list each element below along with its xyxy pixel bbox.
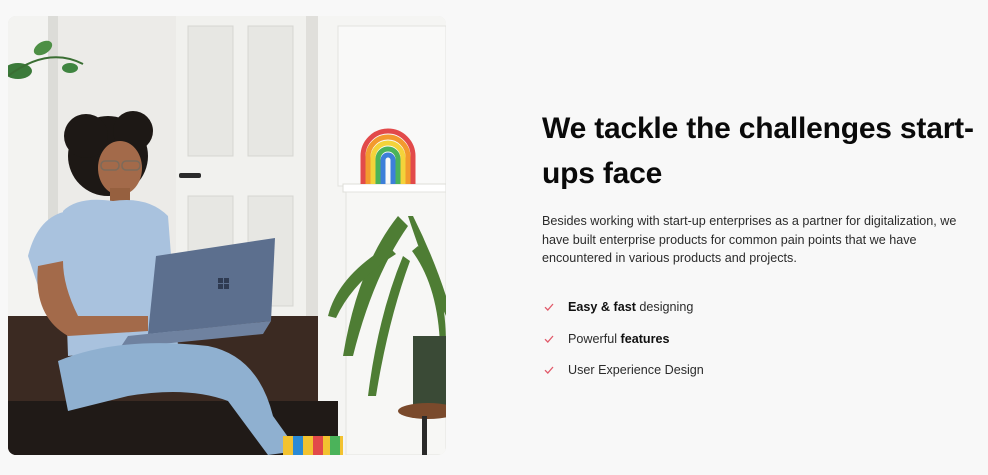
- feature-text: User Experience Design: [568, 363, 704, 377]
- check-icon: [544, 303, 554, 312]
- feature-bold: features: [620, 331, 670, 346]
- feature-item-ux-design: User Experience Design: [542, 355, 982, 387]
- feature-text: Powerful features: [568, 332, 670, 346]
- check-icon: [544, 335, 554, 343]
- feature-list: Easy & fast designing Powerful features …: [542, 292, 982, 387]
- feature-text: Easy & fast designing: [568, 300, 693, 314]
- hero-photo: [8, 16, 446, 455]
- feature-item-easy-fast: Easy & fast designing: [542, 292, 982, 324]
- page-headline: We tackle the challenges start-ups face: [542, 112, 974, 190]
- hero-illustration: [8, 16, 446, 455]
- check-icon: [544, 366, 554, 375]
- feature-pre: Powerful: [568, 331, 621, 346]
- feature-item-powerful-features: Powerful features: [542, 323, 982, 355]
- hero-content: We tackle the challenges start-ups face …: [542, 106, 982, 386]
- feature-rest: designing: [635, 300, 694, 315]
- feature-pre: User Experience Design: [568, 363, 704, 378]
- hero-description: Besides working with start-up enterprise…: [542, 214, 957, 265]
- feature-bold: Easy & fast: [568, 300, 636, 315]
- page: We tackle the challenges start-ups face …: [0, 0, 988, 475]
